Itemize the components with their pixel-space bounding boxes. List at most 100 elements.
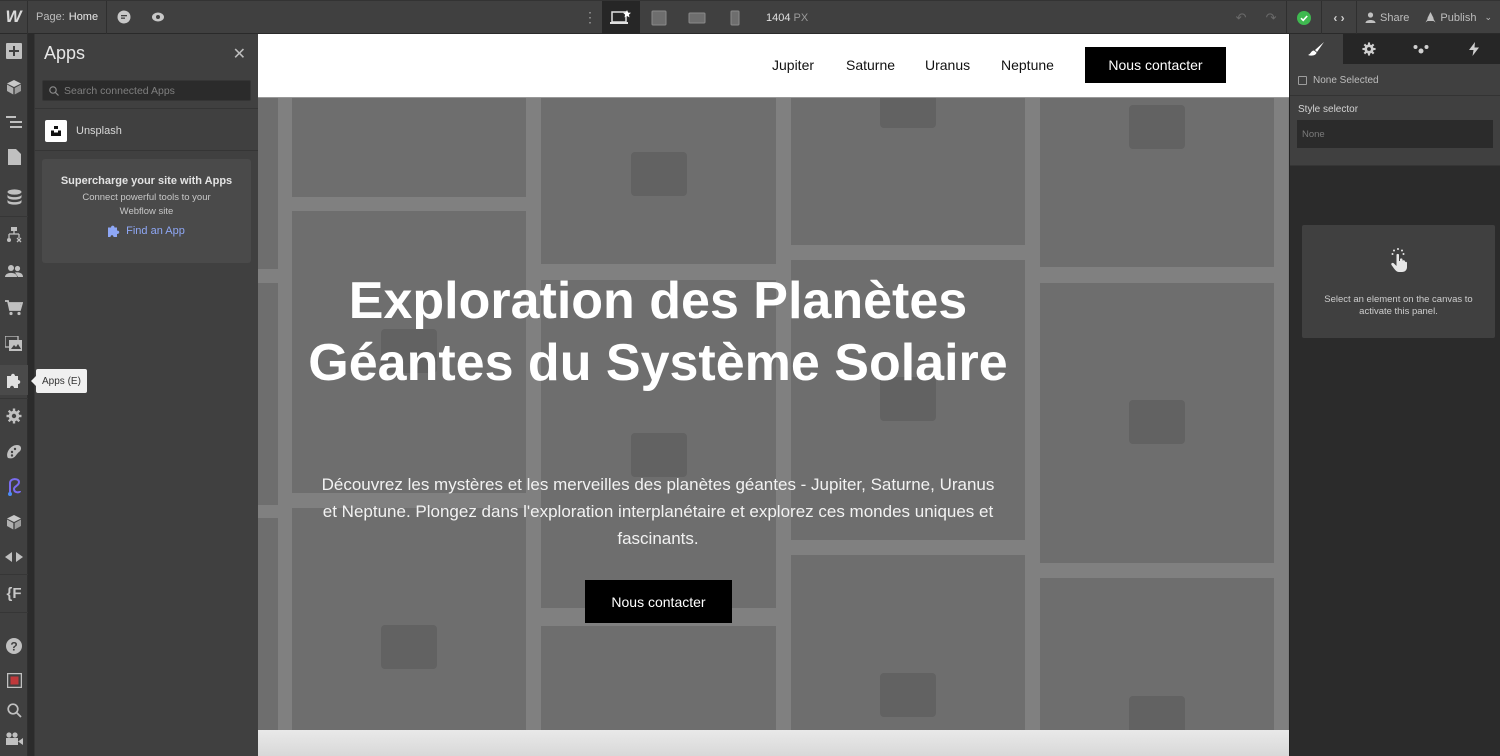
divider — [0, 612, 28, 613]
hero-heading[interactable]: Exploration des Planètes Géantes du Syst… — [308, 270, 1008, 394]
webflow-logo[interactable]: W — [0, 0, 28, 34]
code-arrows-icon[interactable] — [0, 542, 28, 572]
components-cube-icon[interactable] — [0, 72, 28, 102]
divider — [35, 150, 259, 151]
nav-link-neptune[interactable]: Neptune — [1001, 57, 1054, 73]
comments-icon[interactable] — [107, 1, 141, 34]
left-toolbar: {F ? — [0, 34, 28, 756]
image-placeholder-icon — [1129, 105, 1185, 149]
pages-icon[interactable] — [0, 142, 28, 172]
tab-style[interactable] — [1290, 34, 1343, 64]
nav-link-uranus[interactable]: Uranus — [925, 57, 970, 73]
apps-tooltip: Apps (E) — [31, 369, 87, 393]
app-name: Unsplash — [76, 125, 122, 137]
unsplash-logo-icon — [45, 120, 67, 142]
settings-gear-icon[interactable] — [0, 401, 28, 431]
svg-text:?: ? — [10, 640, 17, 654]
top-bar: W Page: Home ⋮ 1404 PX ↶ ↷ ‹ › Share Pub… — [0, 0, 1500, 34]
checkbox[interactable] — [1298, 76, 1307, 85]
tab-interactions[interactable] — [1448, 34, 1500, 64]
share-button[interactable]: Share — [1357, 1, 1417, 34]
logic-flow-icon[interactable] — [0, 220, 28, 250]
breakpoint-desktop-base[interactable] — [602, 1, 640, 34]
canvas-width-readout[interactable]: 1404 PX — [766, 12, 808, 24]
apps-panel-title: Apps — [44, 43, 86, 63]
image-tile — [258, 283, 278, 505]
image-tile — [791, 555, 1025, 730]
find-an-app-label: Find an App — [126, 225, 185, 237]
audit-spline-icon[interactable] — [0, 472, 28, 502]
breakpoint-bar: ⋮ 1404 PX — [578, 1, 808, 34]
chevron-down-icon[interactable]: ⌄ — [1484, 12, 1492, 23]
undo-icon[interactable]: ↶ — [1226, 1, 1256, 34]
promo-description: Connect powerful tools to your Webflow s… — [82, 192, 211, 217]
record-icon[interactable] — [0, 665, 28, 695]
publish-button[interactable]: Publish ⌄ — [1417, 1, 1500, 34]
style-guide-palette-icon[interactable] — [0, 437, 28, 467]
top-bar-actions: ↶ ↷ ‹ › Share Publish ⌄ — [1226, 1, 1500, 34]
preview-eye-icon[interactable] — [141, 1, 175, 34]
design-canvas[interactable]: Jupiter Saturne Uranus Neptune Nous cont… — [258, 34, 1289, 756]
style-selector-label: Style selector — [1298, 104, 1359, 115]
rocket-icon — [1425, 12, 1436, 23]
search-icon — [49, 85, 59, 96]
apps-promo-card: Supercharge your site with Apps Connect … — [42, 159, 251, 263]
none-selected-toggle[interactable]: None Selected — [1290, 64, 1500, 89]
site-navbar[interactable]: Jupiter Saturne Uranus Neptune Nous cont… — [258, 34, 1289, 98]
help-question-icon[interactable]: ? — [0, 631, 28, 661]
apps-search-input[interactable] — [64, 84, 244, 97]
image-tile — [541, 626, 776, 730]
assets-images-icon[interactable] — [0, 329, 28, 359]
tab-settings[interactable] — [1343, 34, 1396, 64]
page-selector[interactable]: Page: Home — [28, 0, 108, 34]
tab-style-manager[interactable] — [1395, 34, 1448, 64]
hero-section[interactable] — [258, 98, 1289, 730]
image-tile — [791, 98, 1025, 245]
breakpoint-mobile-portrait[interactable] — [716, 1, 754, 34]
breakpoint-tablet[interactable] — [640, 1, 678, 34]
hero-contact-button[interactable]: Nous contacter — [585, 580, 732, 623]
ecommerce-cart-icon[interactable] — [0, 293, 28, 323]
image-tile — [1040, 283, 1274, 563]
video-tutorials-icon[interactable] — [0, 724, 28, 754]
divider — [0, 398, 28, 399]
status-check-icon[interactable] — [1287, 1, 1321, 34]
image-tile — [1040, 578, 1274, 730]
gear-icon — [1362, 42, 1376, 56]
style-selector-input[interactable]: None — [1297, 120, 1493, 148]
publish-label: Publish — [1440, 11, 1477, 24]
app-item-unsplash[interactable]: Unsplash — [35, 112, 259, 150]
empty-panel-card: Select an element on the canvas to activ… — [1302, 225, 1495, 338]
promo-title: Supercharge your site with Apps — [60, 175, 233, 187]
apps-panel: Apps ✕ Unsplash Supercharge your site wi… — [34, 34, 259, 756]
redo-icon[interactable]: ↷ — [1256, 1, 1286, 34]
nav-contact-button[interactable]: Nous contacter — [1085, 47, 1226, 83]
divider — [0, 216, 28, 217]
breakpoint-mobile-landscape[interactable] — [678, 1, 716, 34]
navigator-icon[interactable] — [0, 107, 28, 137]
image-placeholder-icon — [880, 98, 936, 128]
image-tile — [258, 98, 278, 269]
webflow-designer: W Page: Home ⋮ 1404 PX ↶ ↷ ‹ › Share Pub… — [0, 0, 1500, 756]
find-an-app-link[interactable]: Find an App — [108, 225, 185, 237]
more-breakpoints-icon[interactable]: ⋮ — [578, 9, 602, 26]
nav-link-saturne[interactable]: Saturne — [846, 57, 895, 73]
add-elements-icon[interactable] — [0, 36, 28, 66]
hero-paragraph[interactable]: Découvrez les mystères et les merveilles… — [318, 471, 998, 552]
image-placeholder-icon — [630, 152, 687, 196]
code-export-icon[interactable]: ‹ › — [1322, 1, 1356, 34]
canvas-width-unit: PX — [793, 11, 809, 24]
search-icon[interactable] — [0, 695, 28, 725]
apps-search-field[interactable] — [42, 80, 251, 101]
image-tile — [292, 98, 526, 197]
users-icon[interactable] — [0, 256, 28, 286]
finsweet-attributes-icon[interactable]: {F — [0, 578, 28, 608]
cms-database-icon[interactable] — [0, 182, 28, 212]
image-tile — [258, 518, 278, 730]
3d-box-icon[interactable] — [0, 507, 28, 537]
apps-puzzle-icon[interactable] — [0, 365, 28, 395]
nav-link-jupiter[interactable]: Jupiter — [772, 57, 814, 73]
close-icon[interactable]: ✕ — [233, 44, 246, 64]
share-label: Share — [1380, 11, 1410, 24]
image-tile — [541, 98, 776, 264]
